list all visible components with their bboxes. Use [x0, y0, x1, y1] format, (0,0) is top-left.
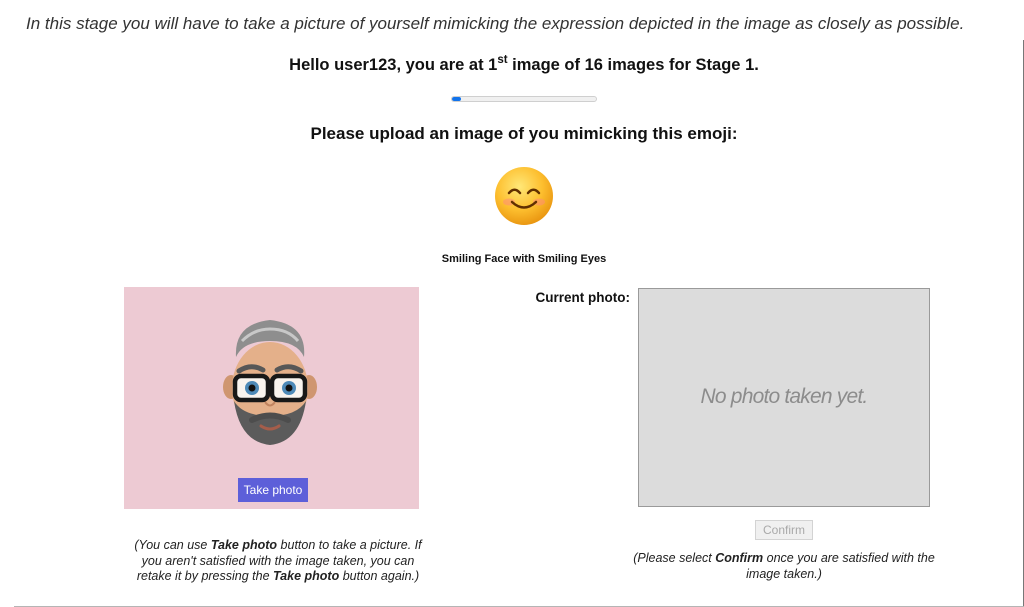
take-photo-help-text: (You can use Take photo button to take a… [130, 538, 426, 585]
stage-instructions: In this stage you will have to take a pi… [26, 14, 965, 33]
smiling-face-with-smiling-eyes-icon [495, 167, 553, 225]
confirm-button[interactable]: Confirm [755, 520, 813, 540]
no-photo-message: No photo taken yet. [700, 385, 869, 408]
current-photo-preview: No photo taken yet. [638, 288, 930, 507]
emoji-prompt: Please upload an image of you mimicking … [310, 124, 738, 143]
confirm-help-text: (Please select Confirm once you are sati… [628, 551, 940, 582]
take-photo-help-emphasis2: Take photo [273, 569, 340, 583]
confirm-help-part2: once you are satisfied with the image ta… [746, 551, 935, 581]
take-photo-help-emphasis1: Take photo [210, 538, 278, 552]
emoji-name: Smiling Face with Smiling Eyes [441, 253, 607, 265]
confirm-help-part1: (Please select [633, 551, 716, 565]
take-photo-button[interactable]: Take photo [238, 478, 308, 502]
take-photo-help-part3: button again.) [339, 569, 420, 583]
confirm-help-emphasis: Confirm [715, 551, 764, 565]
progress-bar-fill [452, 97, 461, 101]
stage-page: In this stage you will have to take a pi… [0, 0, 1024, 607]
progress-bar [451, 96, 597, 102]
progress-greeting: Hello user123, you are at 1st image of 1… [0, 54, 1024, 75]
camera-preview: Take photo [124, 287, 419, 509]
greeting-suffix: image of 16 images for Stage 1. [507, 56, 759, 74]
take-photo-help-part1: (You can use [134, 538, 211, 552]
avatar-icon [223, 320, 317, 445]
current-photo-label: Current photo: [535, 290, 630, 305]
greeting-ordinal-suffix: st [497, 54, 508, 66]
greeting-prefix: Hello user123, you are at 1 [289, 56, 498, 74]
